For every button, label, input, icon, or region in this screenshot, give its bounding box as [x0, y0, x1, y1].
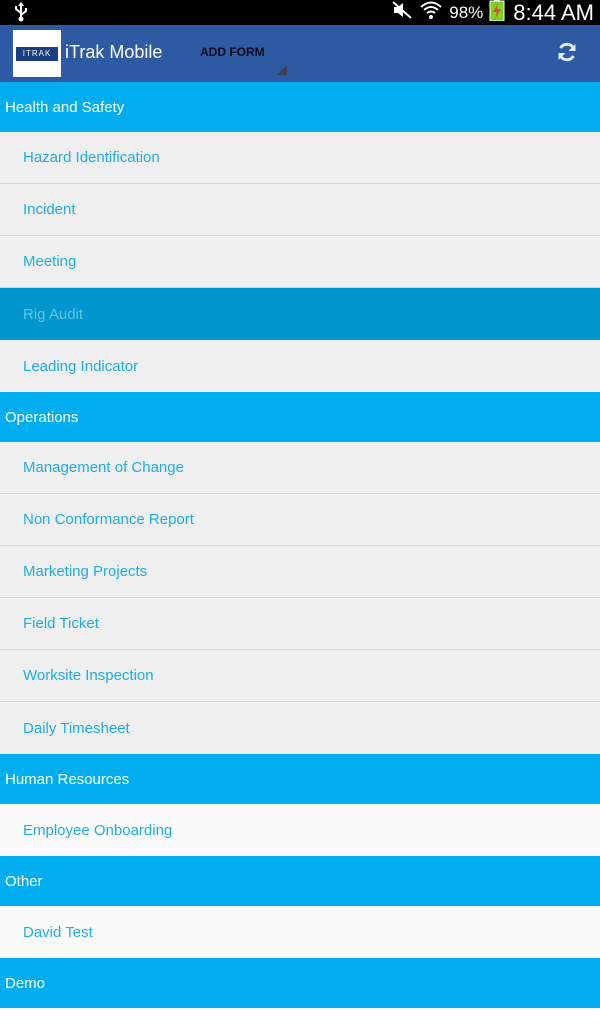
mute-icon: [391, 0, 413, 25]
action-bar: ITRAK iTrak Mobile ADD FORM: [0, 25, 600, 82]
status-bar: 98% 8:44 AM: [0, 0, 600, 25]
section-header-operations: Operations: [0, 392, 600, 442]
list-item-rig-audit[interactable]: Rig Audit: [0, 288, 600, 340]
section-header-other: Other: [0, 856, 600, 906]
list-item-management-of-change[interactable]: Management of Change: [0, 442, 600, 494]
list-item-employee-onboarding[interactable]: Employee Onboarding: [0, 804, 600, 856]
section-header-human-resources: Human Resources: [0, 754, 600, 804]
app-title: iTrak Mobile: [65, 42, 163, 62]
form-list: Health and Safety Hazard Identification …: [0, 82, 600, 1008]
app-logo-mark: ITRAK: [16, 46, 58, 61]
wifi-icon: [419, 0, 443, 25]
refresh-icon[interactable]: [556, 41, 578, 63]
add-form-spinner[interactable]: ADD FORM: [200, 45, 265, 59]
list-item-incident[interactable]: Incident: [0, 184, 600, 236]
list-item-non-conformance-report[interactable]: Non Conformance Report: [0, 494, 600, 546]
battery-charging-icon: [489, 0, 505, 26]
list-item-hazard-identification[interactable]: Hazard Identification: [0, 132, 600, 184]
spinner-dropdown-icon: [277, 65, 287, 75]
clock: 8:44 AM: [513, 0, 594, 25]
list-item-leading-indicator[interactable]: Leading Indicator: [0, 340, 600, 392]
battery-percent: 98%: [449, 2, 484, 22]
usb-icon: [12, 2, 30, 27]
app-logo[interactable]: ITRAK: [13, 30, 61, 77]
list-item-daily-timesheet[interactable]: Daily Timesheet: [0, 702, 600, 754]
section-header-health-and-safety: Health and Safety: [0, 82, 600, 132]
list-item-marketing-projects[interactable]: Marketing Projects: [0, 546, 600, 598]
list-item-david-test[interactable]: David Test: [0, 906, 600, 958]
list-item-field-ticket[interactable]: Field Ticket: [0, 598, 600, 650]
list-item-meeting[interactable]: Meeting: [0, 236, 600, 288]
section-header-demo: Demo: [0, 958, 600, 1008]
list-item-worksite-inspection[interactable]: Worksite Inspection: [0, 650, 600, 702]
